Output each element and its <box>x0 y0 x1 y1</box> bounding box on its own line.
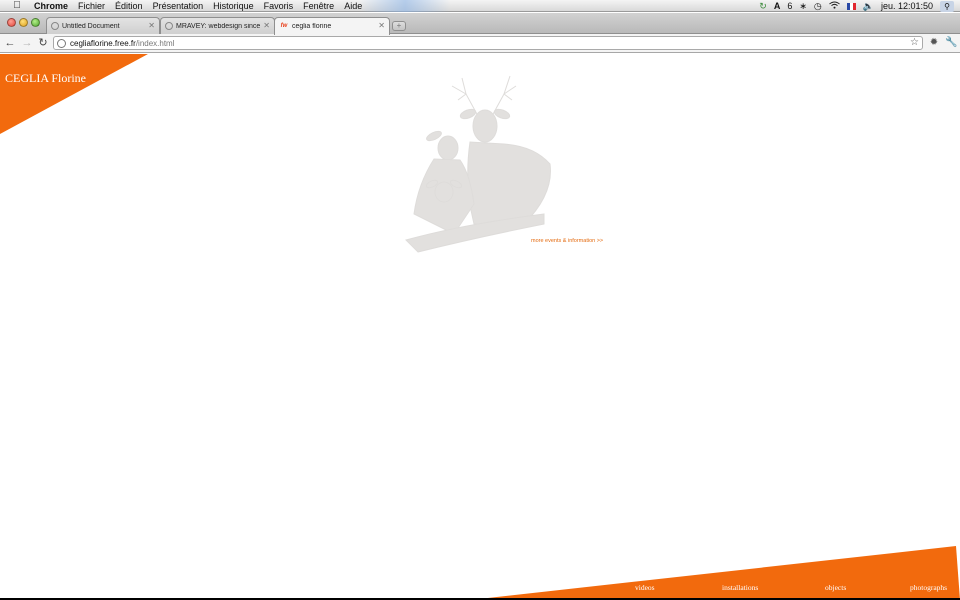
reload-icon[interactable]: ↻ <box>37 37 49 49</box>
sync-icon[interactable]: ↻ <box>759 1 767 12</box>
globe-icon <box>165 22 173 30</box>
close-window-button[interactable] <box>7 18 16 27</box>
input-source-flag-icon[interactable] <box>846 2 856 10</box>
volume-icon[interactable]: 🔈 <box>863 1 874 12</box>
fw-favicon-icon: fw <box>280 22 288 29</box>
browser-toolbar: ← → ↻ cegliaflorine.free.fr/index.html ☆… <box>0 34 960 53</box>
url-domain: cegliaflorine.free.fr <box>70 38 136 48</box>
menubar-clock[interactable]: jeu. 12:01:50 <box>881 1 933 11</box>
forward-arrow-icon[interactable]: → <box>21 37 33 49</box>
close-tab-icon[interactable]: ✕ <box>148 21 155 30</box>
back-arrow-icon[interactable]: ← <box>4 37 16 49</box>
extension-icon[interactable]: ✹ <box>928 37 940 49</box>
bookmark-star-icon[interactable]: ☆ <box>910 37 919 49</box>
adobe-count: 6 <box>787 1 793 11</box>
tab-ceglia-florine[interactable]: fw ceglia florine ✕ <box>274 17 390 35</box>
tab-mravey[interactable]: MRAVEY: webdesign since 1998 ✕ <box>160 17 275 34</box>
tab-strip: Untitled Document ✕ MRAVEY: webdesign si… <box>0 13 960 35</box>
new-tab-button[interactable]: + <box>392 21 406 31</box>
nav-objects[interactable]: objects <box>825 583 846 592</box>
close-tab-icon[interactable]: ✕ <box>263 21 270 30</box>
apple-menu-icon[interactable]:  <box>10 0 24 11</box>
nav-installations[interactable]: installations <box>722 583 758 592</box>
menu-fenetre[interactable]: Fenêtre <box>303 1 334 11</box>
bluetooth-icon[interactable]: ∗ <box>799 1 807 12</box>
menu-presentation[interactable]: Présentation <box>153 1 204 11</box>
zoom-window-button[interactable] <box>31 18 40 27</box>
orange-bottom-band <box>470 546 960 600</box>
minimize-window-button[interactable] <box>19 18 28 27</box>
nav-photographs[interactable]: photographs <box>910 583 947 592</box>
menubar-sky-decoration <box>360 0 450 12</box>
tab-title: MRAVEY: webdesign since 1998 <box>176 22 260 30</box>
menu-historique[interactable]: Historique <box>213 1 254 11</box>
menu-edition[interactable]: Édition <box>115 1 143 11</box>
tab-title: ceglia florine <box>292 23 332 30</box>
url-path: /index.html <box>135 38 175 48</box>
page-info-icon[interactable] <box>57 38 66 48</box>
time-machine-icon[interactable]: ◷ <box>814 1 822 12</box>
tab-untitled-document[interactable]: Untitled Document ✕ <box>46 17 160 34</box>
menu-favoris[interactable]: Favoris <box>264 1 294 11</box>
wifi-icon[interactable] <box>828 1 840 11</box>
menu-chrome[interactable]: Chrome <box>34 1 68 11</box>
mac-menubar:  Chrome Fichier Édition Présentation Hi… <box>0 0 960 12</box>
close-tab-icon[interactable]: ✕ <box>378 21 385 30</box>
web-page: CEGLIA Florine more events & information… <box>0 54 960 600</box>
menu-fichier[interactable]: Fichier <box>78 1 105 11</box>
spotlight-icon[interactable]: ⚲ <box>940 0 954 12</box>
globe-icon <box>51 22 59 30</box>
adobe-updater-icon[interactable]: A <box>774 1 781 11</box>
nav-videos[interactable]: videos <box>635 583 655 592</box>
wrench-menu-icon[interactable]: 🔧 <box>945 37 957 49</box>
tab-title: Untitled Document <box>62 22 120 30</box>
address-bar[interactable]: cegliaflorine.free.fr/index.html ☆ <box>53 36 923 50</box>
